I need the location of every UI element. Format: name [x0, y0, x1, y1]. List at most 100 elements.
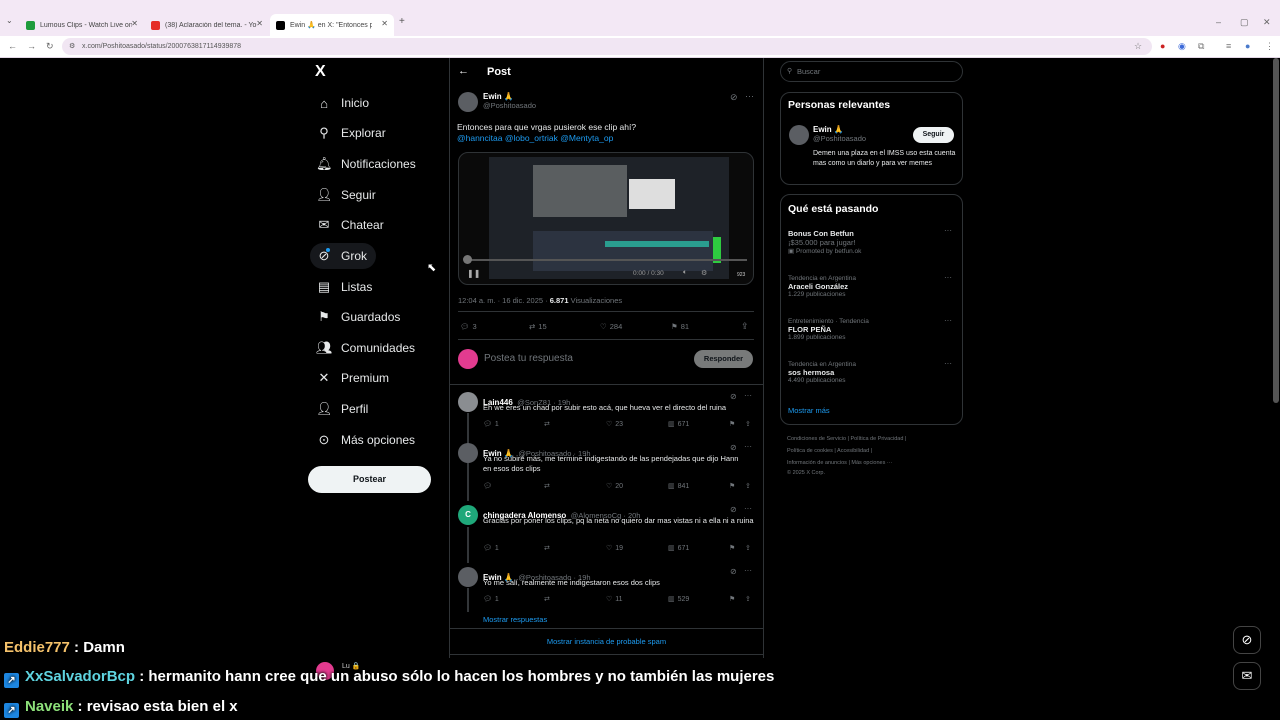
reply-action[interactable]: 💬︎ 1	[483, 595, 499, 604]
reply-action[interactable]: 💬︎	[483, 482, 492, 490]
views-action[interactable]: ▥ 529	[668, 595, 689, 604]
avatar[interactable]	[458, 392, 478, 412]
tab-menu-icon[interactable]: ⌄	[6, 16, 13, 25]
repost-action[interactable]: ⇄	[544, 482, 550, 490]
avatar[interactable]	[458, 443, 478, 463]
footer-line[interactable]: Información de anuncios | Más opciones ·…	[787, 460, 906, 466]
nav-perfil[interactable]: 👤︎ Perfil	[310, 396, 374, 422]
like-action[interactable]: ♡ 20	[606, 482, 623, 491]
progress-track[interactable]	[467, 259, 747, 261]
extension-red-icon[interactable]: ●	[1160, 41, 1165, 51]
more-icon[interactable]: ···	[745, 91, 754, 101]
grok-icon[interactable]: ⊘	[730, 505, 737, 514]
timestamp-text[interactable]: 12:04 a. m. · 16 dic. 2025 ·	[458, 296, 550, 305]
relevant-handle[interactable]: @Poshitoasado	[813, 134, 866, 143]
views-action[interactable]: ▥ 841	[668, 482, 689, 491]
views-action[interactable]: ▥ 671	[668, 420, 689, 429]
back-arrow-icon[interactable]: ←	[458, 65, 469, 77]
nav-listas[interactable]: ▤ Listas	[310, 274, 378, 300]
url-input[interactable]: ⚙ x.com/Poshitoasado/status/200076381711…	[62, 38, 1152, 55]
more-icon[interactable]: ···	[744, 391, 752, 400]
footer-line[interactable]: Condiciones de Servicio | Política de Pr…	[787, 436, 906, 442]
avatar[interactable]	[789, 125, 809, 145]
minimize-icon[interactable]: –	[1216, 17, 1221, 27]
close-icon[interactable]: ✕	[256, 19, 263, 28]
profile-avatar-icon[interactable]: ●	[1245, 41, 1250, 51]
messages-float-button[interactable]: ✉	[1233, 662, 1261, 690]
views-action[interactable]: ▥ 671	[668, 544, 689, 553]
repost-action[interactable]: ⇄	[544, 544, 550, 552]
trend-item[interactable]: Tendencia en Argentina sos hermosa 4.490…	[788, 361, 958, 384]
star-icon[interactable]: ☆	[1134, 41, 1142, 52]
author-handle[interactable]: @Poshitoasado	[483, 101, 536, 110]
nav-chatear[interactable]: ✉ Chatear	[310, 212, 390, 238]
avatar[interactable]	[458, 567, 478, 587]
trend-item[interactable]: Tendencia en Argentina Araceli González …	[788, 275, 958, 298]
repost-action[interactable]: ⇄	[544, 420, 550, 428]
post-mentions[interactable]: @hanncitaa @lobo_ortriak @Mentyta_op	[457, 133, 752, 144]
repost-action[interactable]: ⇄ 15	[529, 322, 547, 331]
follow-button[interactable]: Seguir	[913, 127, 954, 143]
nav-grok[interactable]: ⊘ Grok	[310, 243, 376, 269]
nav-comunidades[interactable]: 👥︎ Comunidades	[310, 335, 421, 361]
progress-handle[interactable]	[463, 255, 472, 264]
trend-item[interactable]: Entretenimiento · Tendencia FLOR PEÑA 1.…	[788, 318, 958, 341]
reply-action[interactable]: 💬︎ 1	[483, 544, 499, 553]
author-name[interactable]: Ewin 🙏	[483, 92, 536, 101]
avatar[interactable]	[458, 92, 478, 112]
more-icon[interactable]: ···	[944, 226, 952, 235]
tab-lumous[interactable]: Lumous Clips - Watch Live on X ✕	[20, 14, 144, 36]
share-action[interactable]: ⇪	[745, 482, 751, 490]
show-more-link[interactable]: Mostrar más	[788, 406, 830, 415]
extension-wave-icon[interactable]: ◉	[1178, 41, 1186, 52]
media-icon[interactable]: ≡	[1226, 41, 1231, 51]
grok-icon[interactable]: ⊘	[730, 443, 737, 452]
nav-mas-opciones[interactable]: ⊙ Más opciones	[310, 427, 421, 453]
bookmark-action[interactable]: ⚑ 81	[671, 322, 689, 331]
postear-button[interactable]: Postear	[308, 466, 431, 493]
x-logo[interactable]: X	[315, 63, 326, 81]
more-icon[interactable]: ···	[744, 504, 752, 513]
search-input[interactable]: ⚲ Buscar	[780, 61, 963, 82]
relevant-name[interactable]: Ewin 🙏	[813, 125, 866, 134]
extensions-icon[interactable]: ⧉	[1198, 41, 1204, 52]
repost-action[interactable]: ⇄	[544, 595, 550, 603]
grok-icon[interactable]: ⊘	[730, 392, 737, 401]
share-action[interactable]: ⇪	[741, 321, 749, 332]
footer-line[interactable]: Política de cookies | Accesibilidad |	[787, 448, 906, 454]
tab-youtube[interactable]: (38) Aclaración del tema. - YouTube ✕	[145, 14, 269, 36]
close-icon[interactable]: ✕	[131, 19, 138, 28]
like-action[interactable]: ♡ 23	[606, 420, 623, 429]
back-icon[interactable]: ←	[8, 41, 17, 51]
share-action[interactable]: ⇪	[745, 595, 751, 603]
reload-icon[interactable]: ↻	[46, 41, 54, 52]
volume-icon[interactable]: 🔈︎	[683, 269, 687, 277]
close-icon[interactable]: ✕	[381, 19, 388, 28]
footer-links[interactable]: Condiciones de Servicio | Política de Pr…	[787, 436, 906, 476]
more-icon[interactable]: ···	[744, 442, 752, 451]
more-icon[interactable]: ···	[744, 566, 752, 575]
avatar[interactable]: C	[458, 505, 478, 525]
responder-button[interactable]: Responder	[694, 350, 753, 368]
new-tab-icon[interactable]: +	[399, 16, 405, 27]
more-icon[interactable]: ···	[944, 316, 952, 325]
share-action[interactable]: ⇪	[745, 544, 751, 552]
window-close-icon[interactable]: ✕	[1263, 17, 1271, 28]
grok-float-button[interactable]: ⊘	[1233, 626, 1261, 654]
like-action[interactable]: ♡ 284	[600, 322, 622, 331]
scrollbar[interactable]	[1273, 58, 1279, 403]
settings-icon[interactable]: ⚙	[701, 269, 707, 277]
grok-icon[interactable]: ⊘	[730, 567, 737, 576]
forward-icon[interactable]: →	[27, 41, 36, 51]
reply-action[interactable]: 💬︎ 3	[460, 322, 477, 331]
site-info-icon[interactable]: ⚙	[69, 38, 75, 55]
more-icon[interactable]: ···	[944, 273, 952, 282]
reply-input[interactable]: Postea tu respuesta	[484, 353, 573, 364]
nav-guardados[interactable]: ⚑ Guardados	[310, 304, 406, 330]
trend-item[interactable]: Bonus Con Betfun ¡$35.000 para jugar! ▣ …	[788, 229, 958, 255]
browser-menu-icon[interactable]: ⋮	[1265, 41, 1274, 52]
tab-x-post[interactable]: Ewin 🙏 en X: "Entonces para que ✕	[270, 14, 394, 36]
pause-icon[interactable]: ❚❚	[467, 269, 480, 278]
nav-seguir[interactable]: 👤︎ Seguir	[310, 182, 382, 208]
bookmark-action[interactable]: ⚑	[729, 544, 735, 552]
